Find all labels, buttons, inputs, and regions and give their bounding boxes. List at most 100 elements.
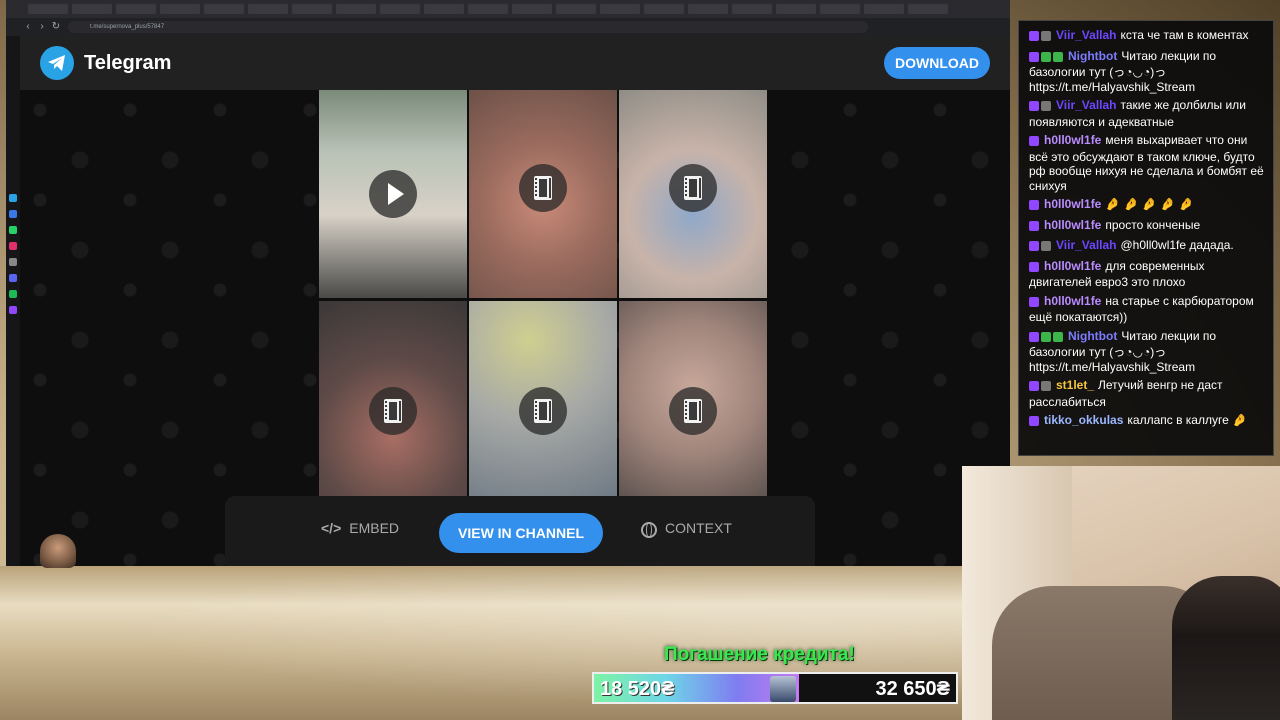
browser-tab[interactable] — [644, 4, 684, 14]
webcam-streamer — [1172, 576, 1280, 720]
play-button[interactable] — [369, 170, 417, 218]
video-tile[interactable] — [319, 90, 467, 298]
chat-message: Viir_Vallah кста че там в коментах — [1019, 26, 1273, 47]
chat-text: кста че там в коментах — [1120, 28, 1249, 42]
badge-icons — [1029, 331, 1065, 346]
chat-username[interactable]: h0ll0wl1fe — [1044, 218, 1101, 232]
badge-icons — [1029, 380, 1053, 395]
url-input[interactable]: t.me/supernova_plus/57847 — [68, 21, 868, 33]
chat-text: каллапс в каллуге 🤌 — [1127, 413, 1248, 427]
badge-icons — [1029, 261, 1041, 276]
chat-username[interactable]: h0ll0wl1fe — [1044, 294, 1101, 308]
discord-icon[interactable] — [9, 274, 17, 282]
browser-tab[interactable] — [600, 4, 640, 14]
embed-label: EMBED — [349, 520, 400, 536]
browser-tab[interactable] — [292, 4, 332, 14]
browser-tab[interactable] — [380, 4, 420, 14]
play-button[interactable] — [369, 387, 417, 435]
chat-username[interactable]: Nightbot — [1068, 329, 1117, 343]
browser-tab[interactable] — [72, 4, 112, 14]
chat-text: @h0ll0wl1fe дадада. — [1120, 238, 1234, 252]
badge-icons — [1029, 296, 1041, 311]
chat-username[interactable]: Viir_Vallah — [1056, 98, 1117, 112]
context-button[interactable]: CONTEXT — [641, 520, 732, 538]
video-tile[interactable] — [319, 301, 467, 496]
chat-message: Nightbot Читаю лекции по базологии тут (っ… — [1019, 47, 1273, 97]
browser-tab[interactable] — [336, 4, 376, 14]
credit-avatar — [770, 676, 796, 702]
browser-tab[interactable] — [864, 4, 904, 14]
browser-window: ‹ › ↻ t.me/supernova_plus/57847 Telegram… — [6, 0, 1010, 566]
browser-tab[interactable] — [116, 4, 156, 14]
reload-icon[interactable]: ↻ — [50, 21, 62, 33]
post-action-bar: </> EMBED VIEW IN CHANNEL CONTEXT — [225, 496, 815, 566]
browser-tab[interactable] — [732, 4, 772, 14]
video-tile[interactable] — [619, 90, 767, 298]
chat-username[interactable]: tikko_okkulas — [1044, 413, 1123, 427]
badge-icons — [1029, 199, 1041, 214]
download-button[interactable]: DOWNLOAD — [884, 47, 990, 79]
back-icon[interactable]: ‹ — [22, 21, 34, 33]
browser-tab[interactable] — [512, 4, 552, 14]
browser-tab[interactable] — [908, 4, 948, 14]
chat-message: h0ll0wl1fe 🤌 🤌 🤌 🤌 🤌 — [1019, 195, 1273, 216]
play-button[interactable] — [669, 387, 717, 435]
spotify-icon[interactable] — [9, 290, 17, 298]
play-icon — [388, 183, 404, 205]
view-in-channel-button[interactable]: VIEW IN CHANNEL — [439, 513, 603, 553]
browser-tab[interactable] — [468, 4, 508, 14]
credit-target-amount: 32 650₴ — [875, 678, 950, 700]
film-icon — [534, 176, 552, 200]
browser-tab[interactable] — [424, 4, 464, 14]
browser-tab[interactable] — [248, 4, 288, 14]
telegram-post-area: </> EMBED VIEW IN CHANNEL CONTEXT — [20, 90, 1010, 566]
video-tile[interactable] — [619, 301, 767, 496]
instagram-icon[interactable] — [9, 242, 17, 250]
chat-message: Nightbot Читаю лекции по базологии тут (っ… — [1019, 327, 1273, 377]
telegram-logo-icon[interactable] — [40, 46, 74, 80]
chat-message: Viir_Vallah такие же долбилы или появляют… — [1019, 96, 1273, 131]
play-button[interactable] — [669, 164, 717, 212]
chat-username[interactable]: h0ll0wl1fe — [1044, 133, 1101, 147]
film-icon — [684, 399, 702, 423]
embed-button[interactable]: </> EMBED — [321, 520, 399, 536]
chat-username[interactable]: h0ll0wl1fe — [1044, 259, 1101, 273]
chat-message: tikko_okkulas каллапс в каллуге 🤌 — [1019, 411, 1273, 432]
telegram-title: Telegram — [84, 52, 172, 74]
x-icon[interactable] — [9, 258, 17, 266]
chat-username[interactable]: Nightbot — [1068, 49, 1117, 63]
chat-username[interactable]: st1let_ — [1056, 378, 1094, 392]
chat-message: h0ll0wl1fe на старье с карбюратором ещё п… — [1019, 292, 1273, 327]
browser-tab[interactable] — [688, 4, 728, 14]
context-label: CONTEXT — [665, 520, 732, 536]
browser-tab[interactable] — [820, 4, 860, 14]
chat-username[interactable]: Viir_Vallah — [1056, 28, 1117, 42]
play-button[interactable] — [519, 387, 567, 435]
browser-tab[interactable] — [776, 4, 816, 14]
forward-icon[interactable]: › — [36, 21, 48, 33]
badge-icons — [1029, 240, 1053, 255]
browser-tab[interactable] — [204, 4, 244, 14]
browser-tab[interactable] — [556, 4, 596, 14]
twitch-icon[interactable] — [9, 306, 17, 314]
chat-message: Viir_Vallah @h0ll0wl1fe дадада. — [1019, 236, 1273, 257]
chat-message: st1let_ Летучий венгр не даст расслабитьс… — [1019, 376, 1273, 411]
telegram-header: Telegram DOWNLOAD — [20, 36, 1010, 90]
telegram-icon[interactable] — [9, 194, 17, 202]
video-tile[interactable] — [469, 90, 617, 298]
chat-message: h0ll0wl1fe для современных двигателей евр… — [1019, 257, 1273, 292]
chat-username[interactable]: h0ll0wl1fe — [1044, 197, 1101, 211]
browser-tab[interactable] — [28, 4, 68, 14]
play-button[interactable] — [519, 164, 567, 212]
badge-icons — [1029, 220, 1041, 235]
video-tile[interactable] — [469, 301, 617, 496]
browser-side-rail — [6, 36, 20, 566]
chat-username[interactable]: Viir_Vallah — [1056, 238, 1117, 252]
whatsapp-icon[interactable] — [9, 226, 17, 234]
webcam-feed — [962, 466, 1280, 720]
badge-icons — [1029, 100, 1053, 115]
messenger-icon[interactable] — [9, 210, 17, 218]
badge-icons — [1029, 30, 1053, 45]
browser-tab[interactable] — [160, 4, 200, 14]
browser-tab-bar — [6, 0, 1010, 18]
